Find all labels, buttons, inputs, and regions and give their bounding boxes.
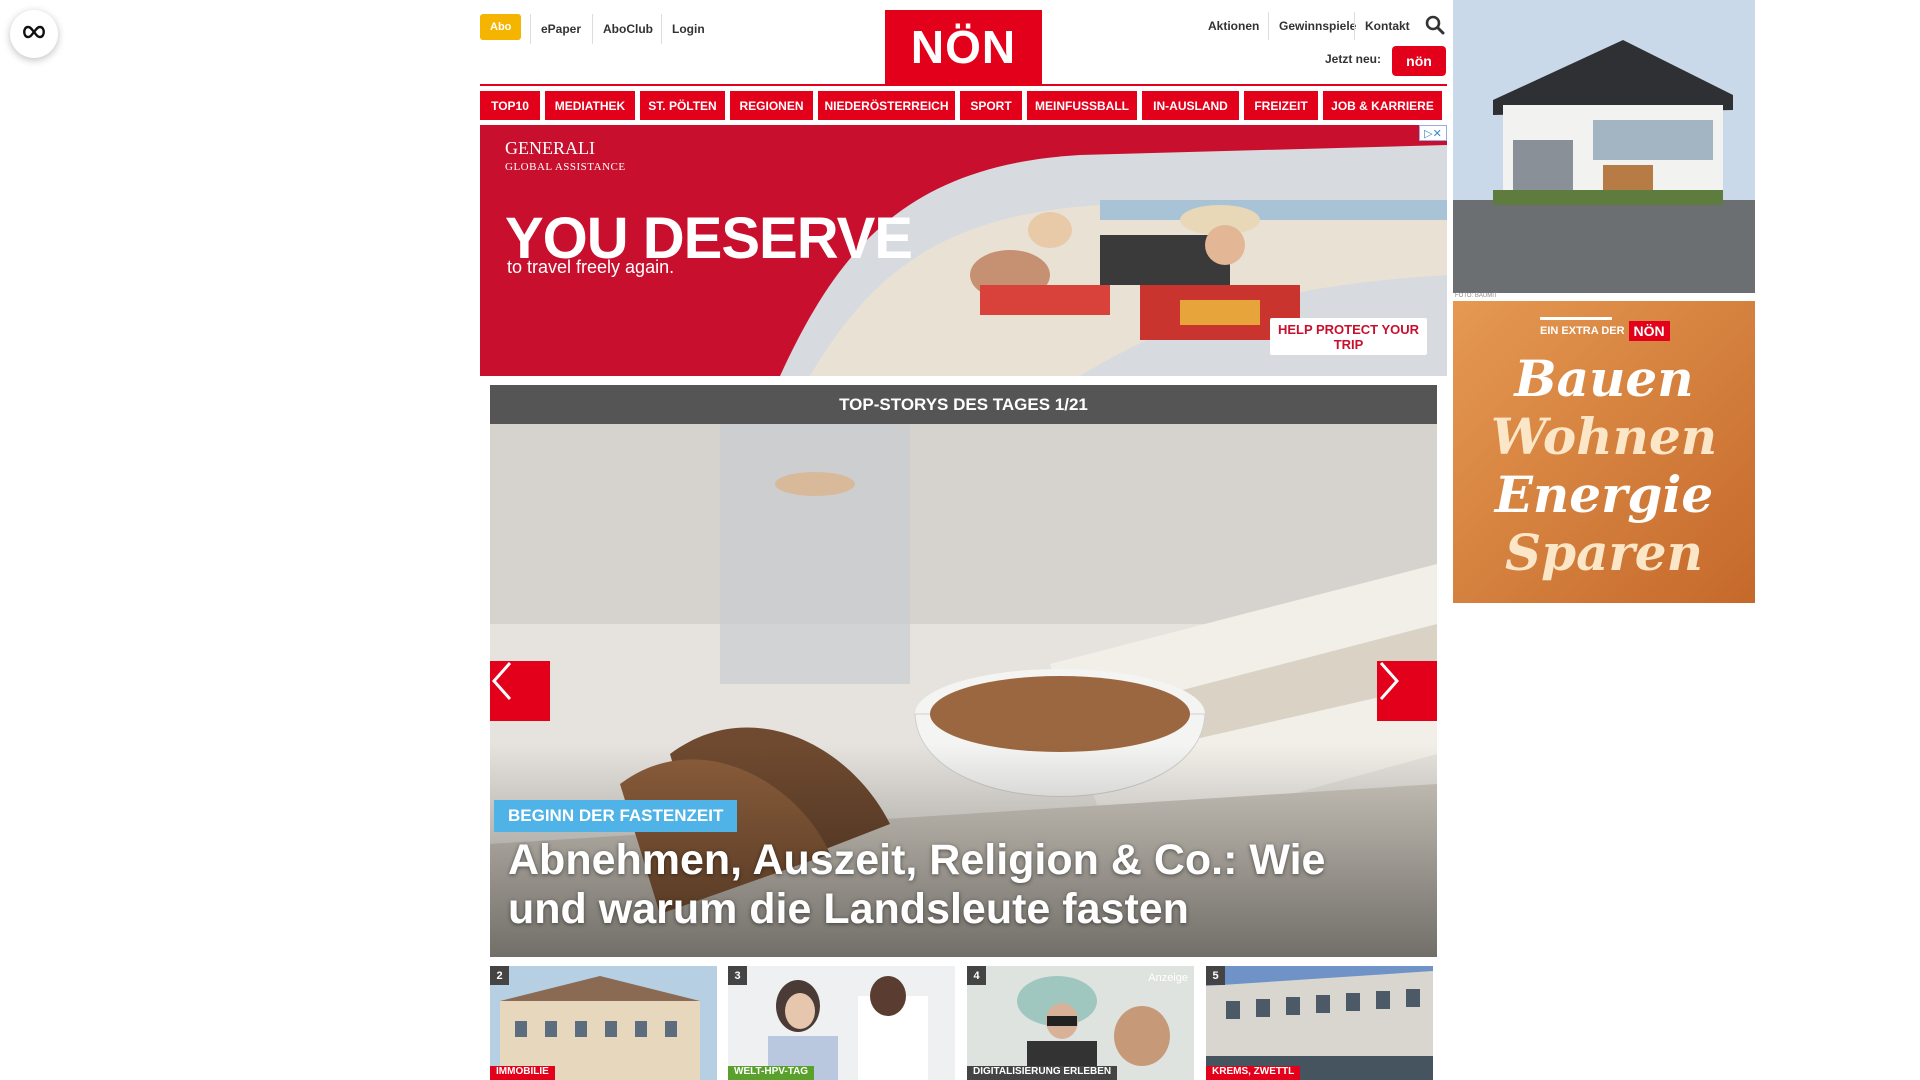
photo-credit: FOTO: BAUMIT (1455, 293, 1498, 299)
jetzt-neu-logo[interactable]: nön (1392, 46, 1446, 76)
nav-item-mediathek[interactable]: MEDIATHEK (545, 91, 635, 120)
banner-ad[interactable]: GENERALI GLOBAL ASSISTANCE YOU DESERVE t… (480, 125, 1447, 376)
login-link[interactable]: Login (661, 14, 715, 44)
search-icon[interactable] (1422, 12, 1448, 38)
thumb-category: KREMS, ZWETTL (1206, 1066, 1301, 1080)
hero-story[interactable]: BEGINN DER FASTENZEIT Abnehmen, Auszeit,… (490, 424, 1437, 957)
thumb-photo (1206, 966, 1433, 1080)
next-story-button[interactable] (1377, 661, 1437, 721)
thumb-category: IMMOBILIE (490, 1066, 555, 1080)
nav-item-meinfussball[interactable]: MEINFUSSBALL (1027, 91, 1137, 120)
hero-category-tag[interactable]: BEGINN DER FASTENZEIT (494, 800, 738, 832)
nav-item-freizeit[interactable]: FREIZEIT (1244, 91, 1318, 120)
extra-bar (1540, 317, 1612, 320)
nav-item-niederoesterreich[interactable]: NIEDERÖSTERREICH (818, 91, 955, 120)
adchoices-icon[interactable]: ▷✕ (1419, 125, 1447, 141)
thumb-number: 4 (967, 966, 986, 985)
rail-house-ad[interactable] (1453, 0, 1755, 293)
thumb-number: 5 (1206, 966, 1225, 985)
thumb-anzeige-label: Anzeige (1148, 972, 1188, 984)
thumb-number: 3 (728, 966, 747, 985)
rail-extra-ad[interactable]: EIN EXTRA DER NÖN Bauen Wohnen Energie S… (1453, 301, 1755, 603)
extra-logo: NÖN (1628, 321, 1670, 341)
extra-text: EIN EXTRA DER (1540, 325, 1625, 337)
brand-name: GENERALI (505, 138, 595, 158)
ad-word-sparen: Sparen (1505, 523, 1703, 582)
nav-item-sport[interactable]: SPORT (960, 91, 1022, 120)
aboclub-link[interactable]: AboClub (592, 14, 663, 44)
banner-cta-button[interactable]: HELP PROTECT YOUR TRIP (1270, 318, 1427, 355)
thumb-photo (490, 966, 717, 1080)
banner-subline: to travel freely again. (507, 257, 675, 277)
brand-sub: GLOBAL ASSISTANCE (505, 161, 626, 173)
site-logo[interactable]: NÖN (885, 10, 1042, 84)
story-thumb[interactable]: 4 Anzeige DIGITALISIERUNG ERLEBEN (967, 966, 1194, 1080)
house-photo (1453, 0, 1755, 293)
site-header: Abo ePaper AboClub Login NÖN Aktionen Ge… (480, 0, 1447, 88)
hero-title[interactable]: Abnehmen, Auszeit, Religion & Co.: Wie u… (508, 836, 1388, 934)
infinity-icon (21, 25, 47, 44)
nav-item-regionen[interactable]: REGIONEN (730, 91, 813, 120)
nav-item-job-karriere[interactable]: JOB & KARRIERE (1323, 91, 1442, 120)
prev-story-button[interactable] (490, 661, 550, 721)
thumb-category: WELT-HPV-TAG (728, 1066, 815, 1080)
thumb-photo (728, 966, 955, 1080)
generali-brand: GENERALI GLOBAL ASSISTANCE (505, 138, 626, 175)
nav-item-top10[interactable]: TOP10 (480, 91, 540, 120)
abo-button[interactable]: Abo (480, 14, 522, 40)
ad-word-wohnen: Wohnen (1490, 407, 1718, 466)
story-thumb[interactable]: 3 WELT-HPV-TAG (728, 966, 955, 1080)
thumb-number: 2 (490, 966, 509, 985)
story-thumb[interactable]: 2 IMMOBILIE (490, 966, 717, 1080)
nav-item-in-ausland[interactable]: IN-AUSLAND (1142, 91, 1239, 120)
main-nav: TOP10 MEDIATHEK ST. PÖLTEN REGIONEN NIED… (480, 91, 1447, 120)
header-divider (480, 84, 1447, 86)
accessibility-button[interactable] (10, 10, 58, 58)
nav-item-st-poelten[interactable]: ST. PÖLTEN (640, 91, 725, 120)
gewinnspiele-link[interactable]: Gewinnspiele (1268, 12, 1366, 40)
thumb-category: DIGITALISIERUNG ERLEBEN (967, 1066, 1118, 1080)
ad-word-bauen: Bauen (1514, 349, 1694, 408)
jetzt-neu-label: Jetzt neu: (1325, 52, 1382, 66)
story-thumb[interactable]: 5 KREMS, ZWETTL (1206, 966, 1433, 1080)
extra-label: EIN EXTRA DER NÖN (1540, 317, 1670, 341)
top-stories-header: TOP-STORYS DES TAGES 1/21 (490, 385, 1437, 424)
aktionen-link[interactable]: Aktionen (1198, 12, 1269, 40)
kontakt-link[interactable]: Kontakt (1354, 12, 1420, 40)
ad-word-energie: Energie (1494, 465, 1714, 524)
epaper-link[interactable]: ePaper (530, 14, 591, 44)
